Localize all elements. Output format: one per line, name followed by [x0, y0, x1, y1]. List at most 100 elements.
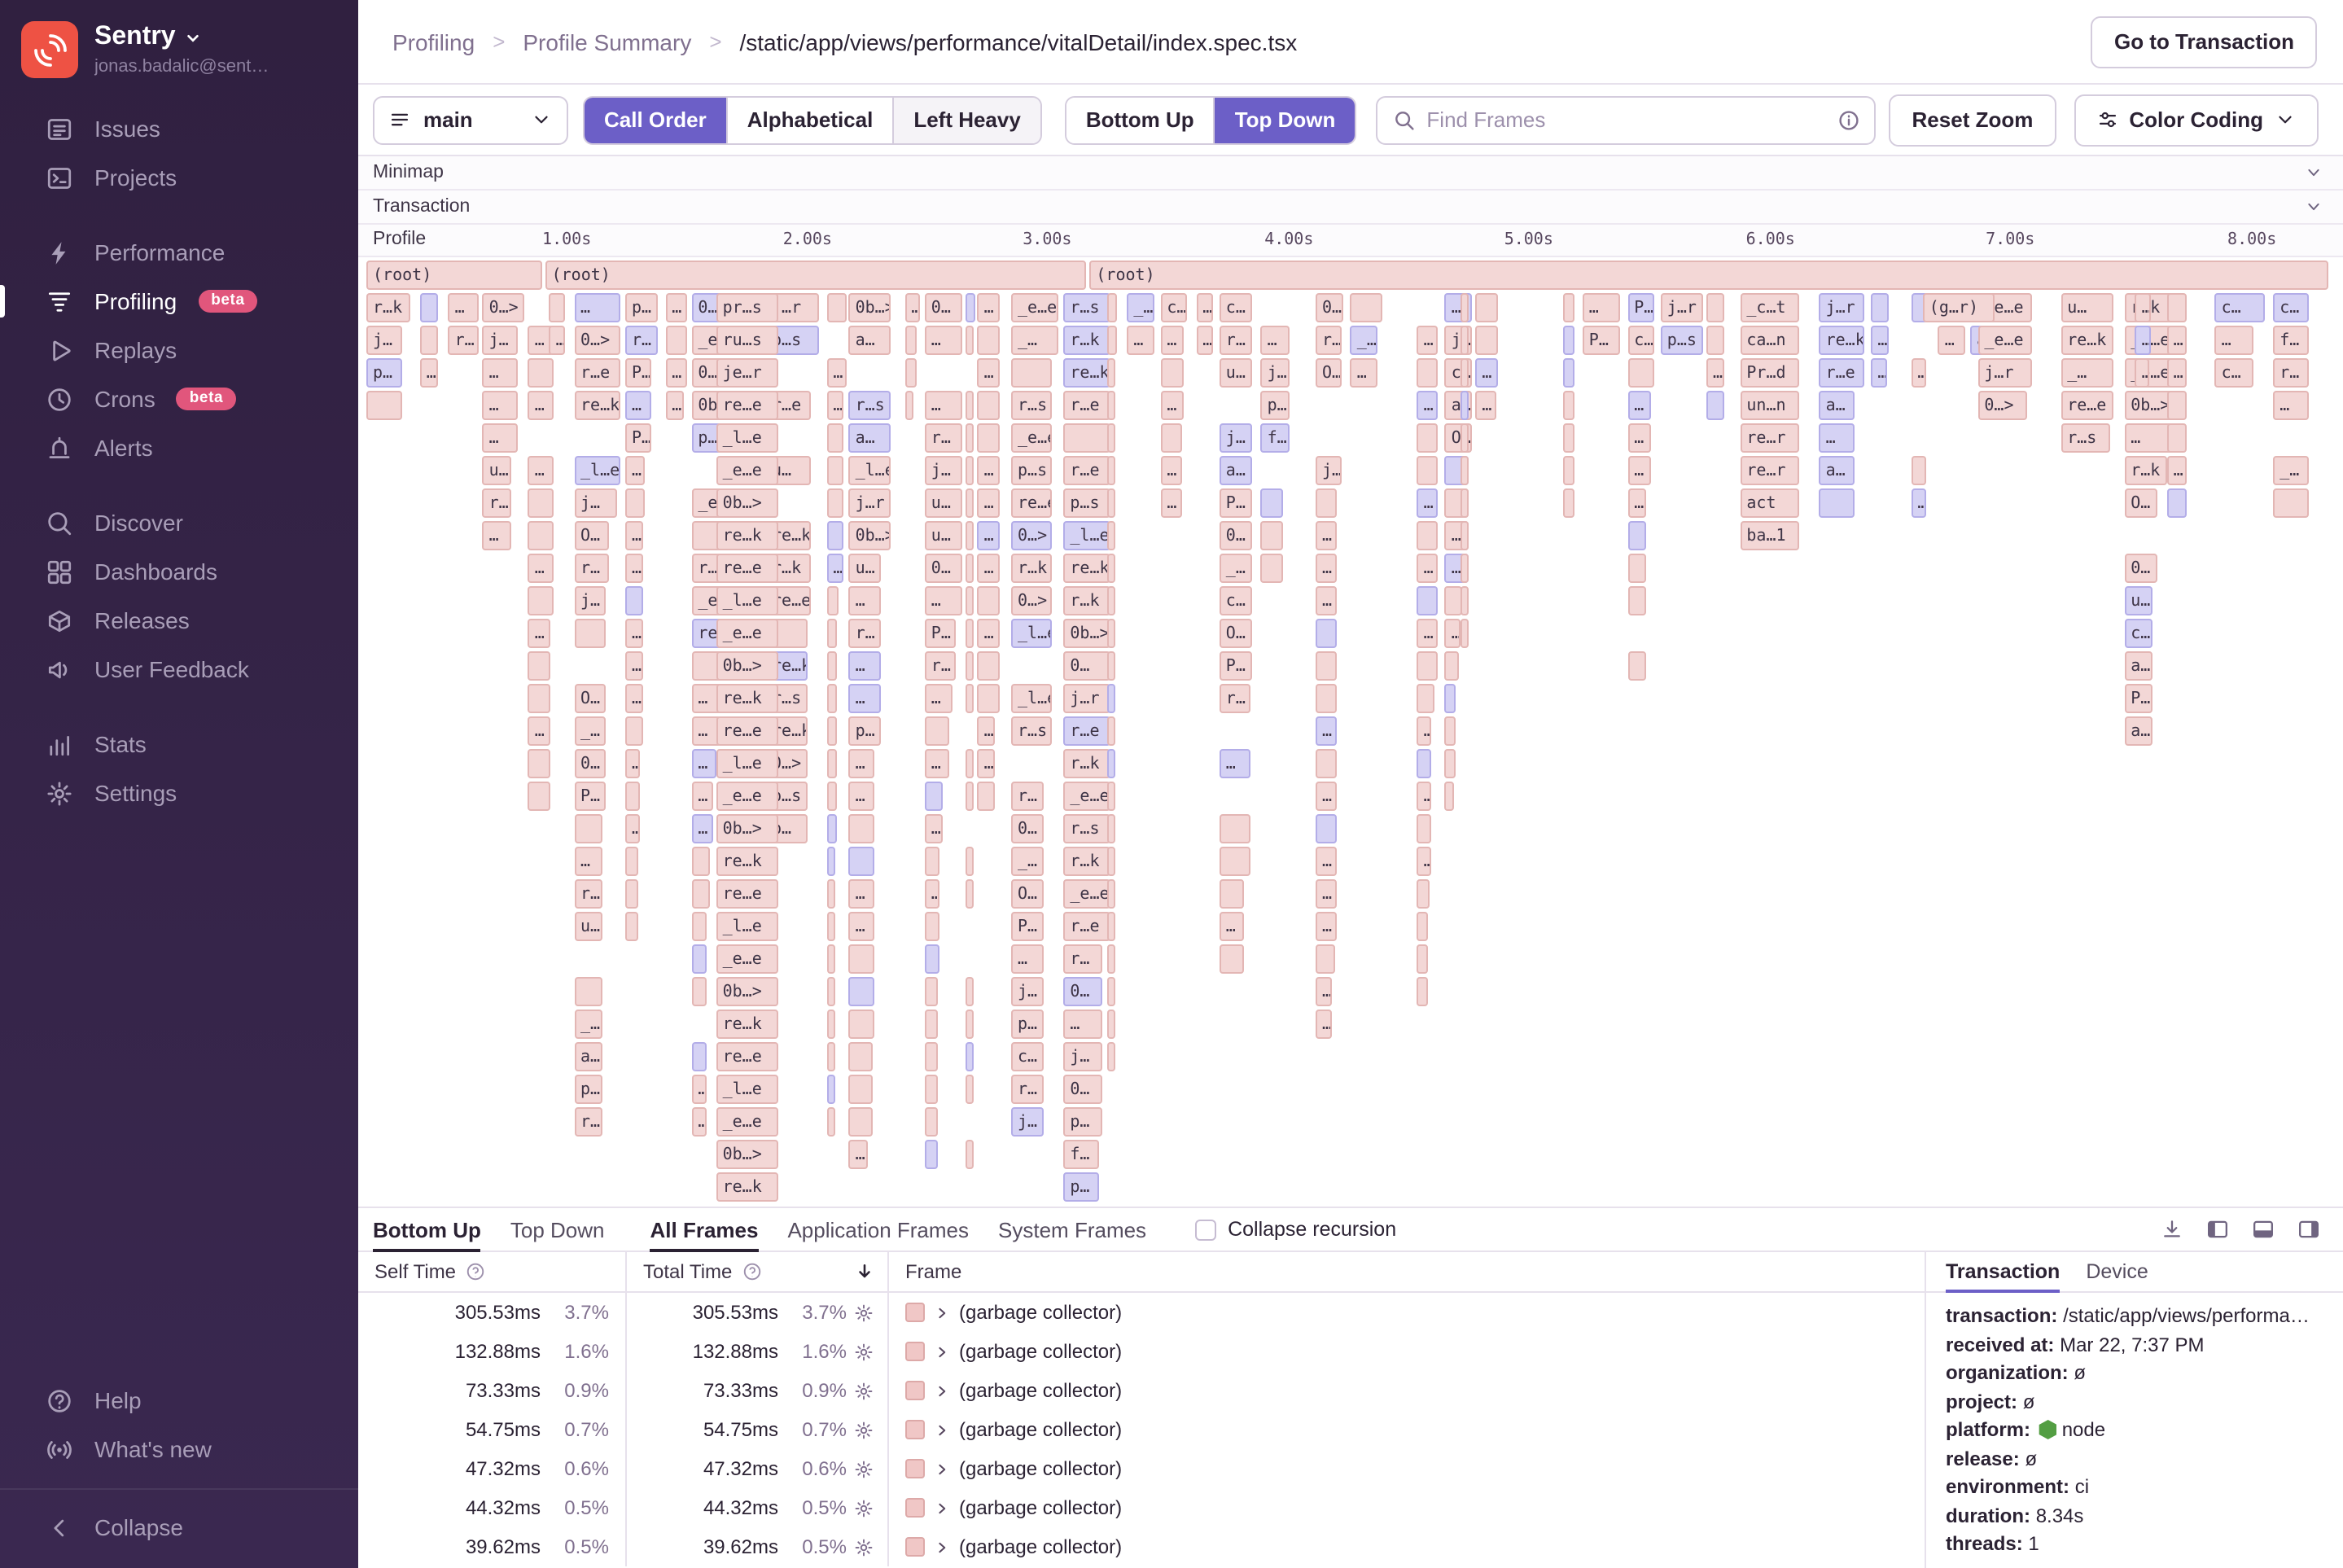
- flame-frame[interactable]: p…: [848, 716, 882, 746]
- flame-frame[interactable]: [924, 716, 949, 746]
- chevron-down-icon[interactable]: [2306, 199, 2322, 215]
- flame-frame[interactable]: p…: [1063, 1107, 1102, 1137]
- flame-frame[interactable]: [528, 651, 551, 681]
- flame-frame[interactable]: [966, 619, 974, 648]
- flame-frame[interactable]: [1417, 814, 1432, 843]
- chevron-right-icon[interactable]: [935, 1540, 949, 1554]
- flame-frame[interactable]: 0…: [1316, 293, 1343, 322]
- frame-cell[interactable]: (garbage collector): [889, 1527, 1925, 1566]
- flame-frame[interactable]: …: [2135, 358, 2149, 388]
- flame-frame[interactable]: r…s: [2061, 423, 2111, 453]
- self-time-header[interactable]: Self Time: [358, 1252, 627, 1291]
- flame-frame[interactable]: [966, 293, 975, 322]
- breadcrumb-item-1[interactable]: Profile Summary: [523, 28, 691, 55]
- flame-frame[interactable]: [1444, 716, 1456, 746]
- flame-frame[interactable]: [966, 879, 974, 909]
- flame-frame[interactable]: [625, 488, 645, 518]
- flame-frame[interactable]: j…: [1219, 423, 1253, 453]
- flame-frame[interactable]: P…: [625, 423, 651, 453]
- flame-frame[interactable]: [826, 912, 836, 941]
- flame-frame[interactable]: re…e: [716, 879, 778, 909]
- flame-frame[interactable]: …: [691, 782, 714, 811]
- flame-frame[interactable]: P…: [1219, 488, 1253, 518]
- flame-frame[interactable]: …: [1316, 1010, 1332, 1039]
- flame-frame[interactable]: [826, 1010, 835, 1039]
- frame-cell[interactable]: (garbage collector): [889, 1449, 1925, 1488]
- tab-top-down[interactable]: Top Down: [510, 1208, 605, 1250]
- flame-frame[interactable]: …: [1350, 358, 1377, 388]
- flame-frame[interactable]: [924, 1010, 939, 1039]
- flame-frame[interactable]: [528, 749, 551, 778]
- flame-frame[interactable]: _e…e: [716, 944, 778, 974]
- flame-frame[interactable]: [1107, 423, 1116, 453]
- flame-frame[interactable]: P…: [1627, 293, 1654, 322]
- flame-frame[interactable]: [924, 1042, 939, 1071]
- flame-frame[interactable]: [1706, 391, 1724, 420]
- flame-frame[interactable]: c…: [2124, 619, 2152, 648]
- flame-frame[interactable]: [1417, 879, 1430, 909]
- flame-frame[interactable]: [826, 1107, 835, 1137]
- chevron-right-icon[interactable]: [935, 1305, 949, 1320]
- flame-frame[interactable]: a…: [1819, 391, 1855, 420]
- flame-frame[interactable]: …: [1316, 782, 1337, 811]
- flame-frame[interactable]: …: [826, 554, 843, 583]
- flame-frame[interactable]: [1563, 456, 1574, 485]
- gear-icon[interactable]: [847, 1302, 879, 1323]
- sidebar-item-what-s-new[interactable]: What's new: [0, 1425, 358, 1474]
- flame-frame[interactable]: r…: [924, 423, 962, 453]
- flame-frame[interactable]: j…r: [1819, 293, 1864, 322]
- flame-frame[interactable]: r…s: [1063, 814, 1111, 843]
- flame-frame[interactable]: [924, 977, 939, 1006]
- flamegraph[interactable]: (root) (root) (root) r…k j… p……… r… 0…> j………… u… r…: [358, 257, 2343, 1207]
- sidebar-item-replays[interactable]: Replays: [0, 326, 358, 374]
- flame-frame[interactable]: [826, 1042, 835, 1071]
- flame-frame[interactable]: …: [574, 293, 620, 322]
- flame-frame[interactable]: [2273, 488, 2309, 518]
- flame-frame[interactable]: …: [1627, 391, 1651, 420]
- flame-frame[interactable]: [1219, 847, 1250, 876]
- flame-frame[interactable]: 0…: [924, 554, 962, 583]
- flame-frame[interactable]: [904, 391, 914, 420]
- flame-frame[interactable]: [1461, 326, 1469, 355]
- flame-frame[interactable]: …: [1219, 912, 1244, 941]
- flame-frame[interactable]: 0…: [1063, 651, 1111, 681]
- flame-frame[interactable]: [1417, 977, 1428, 1006]
- flame-frame[interactable]: [1819, 488, 1855, 518]
- flame-frame[interactable]: [1417, 684, 1435, 713]
- flame-frame[interactable]: r…k: [1063, 749, 1111, 778]
- flame-frame[interactable]: [1417, 423, 1439, 453]
- flame-frame[interactable]: …: [691, 749, 716, 778]
- flame-frame[interactable]: _e…e: [1063, 782, 1111, 811]
- flame-frame[interactable]: [625, 879, 638, 909]
- flame-frame[interactable]: (root): [1089, 261, 2328, 290]
- gear-icon[interactable]: [847, 1536, 879, 1557]
- flame-frame[interactable]: [1219, 879, 1244, 909]
- flame-frame[interactable]: O…: [1011, 879, 1044, 909]
- flame-frame[interactable]: a…: [1219, 456, 1253, 485]
- flame-frame[interactable]: 0b…>: [848, 293, 891, 322]
- flame-frame[interactable]: [1461, 554, 1469, 583]
- flame-frame[interactable]: [528, 521, 554, 550]
- flame-frame[interactable]: …: [924, 326, 962, 355]
- flame-frame[interactable]: r…: [574, 554, 610, 583]
- flame-frame[interactable]: [1011, 358, 1052, 388]
- flame-frame[interactable]: pr…s: [716, 293, 778, 322]
- flame-frame[interactable]: [1444, 651, 1459, 681]
- flame-frame[interactable]: O…: [2124, 488, 2158, 518]
- dock-right-icon[interactable]: [2297, 1218, 2320, 1241]
- flame-frame[interactable]: j…: [1260, 358, 1290, 388]
- sidebar-item-help[interactable]: Help: [0, 1376, 358, 1425]
- flame-frame[interactable]: …: [665, 391, 685, 420]
- flame-frame[interactable]: …: [1160, 456, 1182, 485]
- flame-frame[interactable]: [848, 1107, 873, 1137]
- flame-frame[interactable]: c…: [1219, 586, 1253, 615]
- flame-frame[interactable]: …: [1011, 944, 1044, 974]
- gear-icon[interactable]: [847, 1458, 879, 1479]
- flame-frame[interactable]: 0…: [1063, 977, 1102, 1006]
- go-to-transaction-button[interactable]: Go to Transaction: [2091, 15, 2317, 68]
- flame-frame[interactable]: c…: [2214, 358, 2253, 388]
- flame-frame[interactable]: [1316, 651, 1337, 681]
- flame-frame[interactable]: [1417, 651, 1439, 681]
- flame-frame[interactable]: …: [625, 651, 644, 681]
- details-tab-device[interactable]: Device: [2086, 1252, 2148, 1291]
